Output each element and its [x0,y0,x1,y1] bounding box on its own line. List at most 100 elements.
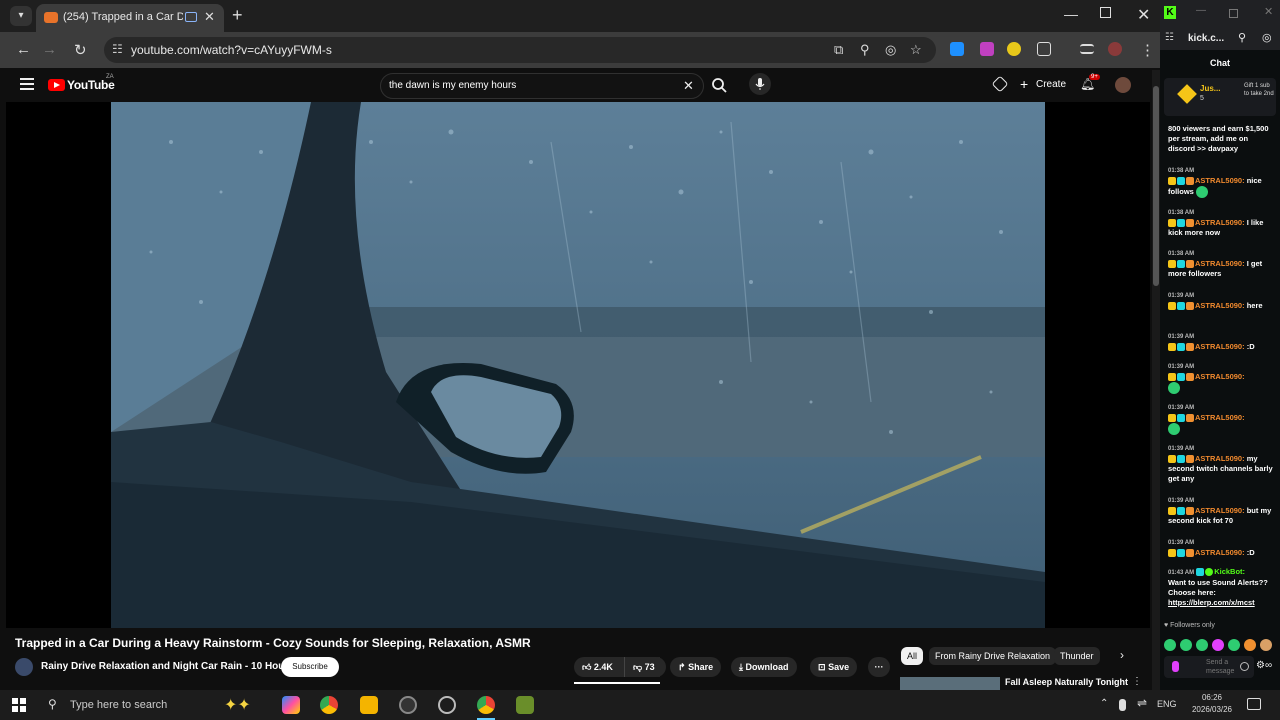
save-icon: ⊡ [818,662,826,672]
maximize-button[interactable] [1100,7,1111,18]
bookmark-star-icon[interactable]: ☆ [910,42,922,58]
up-next-thumbnail[interactable] [900,677,1000,690]
reload-icon[interactable]: ↻ [74,41,87,59]
chrome-icon[interactable] [477,696,495,714]
page-scrollbar[interactable] [1152,70,1160,690]
download-button[interactable]: ⤓ Download [731,657,797,677]
chat-message-input[interactable]: Send a message [1164,656,1254,678]
chat-message: 01:38 AM ASTRAL5090: I get more followers [1168,249,1276,279]
chat-settings-icon[interactable]: ⚙︎∞ [1256,660,1272,671]
microphone-icon[interactable] [1172,661,1179,672]
taskbar-search[interactable]: ⚲ Type here to search ✦✦ [38,694,268,716]
profile-avatar[interactable] [1108,42,1122,56]
app-icon[interactable] [438,696,456,714]
emote-bar[interactable] [1164,636,1280,651]
tab-search-button[interactable]: ▾ [10,6,32,26]
start-button[interactable] [12,698,26,712]
tab-youtube[interactable]: (254) Trapped in a Car Durin ✕ [36,4,224,32]
kick-chat-window: K — ✕ ☷ kick.c... ⚲ ◎ Chat Jus... 5 Gift… [1160,0,1280,690]
extension-icon[interactable] [980,42,994,56]
message-user[interactable]: ASTRAL5090: [1195,506,1245,515]
message-user[interactable]: ASTRAL5090: [1195,454,1245,463]
thumbs-up-icon: 👍︎ [582,662,592,672]
zoom-icon[interactable]: ⚲ [1238,31,1246,44]
create-label: Create [1036,79,1067,90]
chevron-right-icon[interactable]: › [1120,648,1124,662]
chrome-menu-icon[interactable]: ⋮ [1140,41,1155,59]
chip-all[interactable]: All [901,647,924,665]
back-icon[interactable]: ← [16,41,31,58]
youtube-logo-icon[interactable] [48,79,65,91]
clock[interactable]: 06:26 2026/03/26 [1190,692,1234,716]
zoom-icon[interactable]: ⚲ [860,42,870,58]
message-user[interactable]: ASTRAL5090: [1195,176,1245,185]
install-icon[interactable]: ⧉ [834,42,843,58]
channel-name[interactable]: Rainy Drive Relaxation and Night Car Rai… [41,661,294,672]
message-user[interactable]: ASTRAL5090: [1195,413,1245,422]
save-button[interactable]: ⊡ Save [810,657,858,677]
cast-link-icon[interactable] [991,75,1009,93]
hamburger-menu-icon[interactable] [20,78,34,90]
chip-thunder[interactable]: Thunder [1054,647,1100,665]
up-next-title[interactable]: Fall Asleep Naturally Tonight [1005,677,1128,687]
message-user[interactable]: ASTRAL5090: [1195,301,1245,310]
emoji-icon[interactable] [1240,662,1249,671]
network-icon[interactable]: ⇌ [1137,696,1147,710]
create-button[interactable]: + Create [1020,73,1068,97]
language-indicator[interactable]: ENG [1157,699,1177,709]
kick-minimize-button[interactable]: — [1196,5,1206,16]
video-player[interactable] [6,102,1150,628]
pinned-gift-banner[interactable]: Jus... 5 Gift 1 sub to take 2nd [1164,78,1276,116]
eye-off-icon[interactable]: ◎ [1262,31,1272,44]
minimize-button[interactable]: — [1064,6,1078,22]
close-tab-icon[interactable]: ✕ [204,9,215,25]
message-user[interactable]: ASTRAL5090: [1195,342,1245,351]
site-info-icon[interactable]: ☷ [112,42,123,56]
cast-icon [185,12,197,22]
kick-maximize-button[interactable] [1229,9,1238,18]
scrollbar-thumb[interactable] [1153,86,1159,286]
search-button[interactable] [704,73,734,99]
youtube-logo-text[interactable]: YouTube [67,78,115,92]
copilot-icon[interactable] [282,696,300,714]
extension-icon[interactable] [1007,42,1021,56]
chip-from-channel[interactable]: From Rainy Drive Relaxation [929,647,1057,665]
new-tab-button[interactable]: + [232,5,243,26]
kick-address-bar[interactable]: ☷ kick.c... ⚲ ◎ [1160,28,1280,50]
message-user[interactable]: ASTRAL5090: [1195,372,1245,381]
message-user[interactable]: ASTRAL5090: [1195,218,1245,227]
eye-off-icon[interactable]: ◎ [885,42,896,58]
dislike-count: 73 [644,662,655,672]
voice-search-button[interactable] [749,73,771,95]
address-bar[interactable]: ☷ youtube.com/watch?v=cAYuyyFWM-s ⧉ ⚲ ◎ … [104,37,936,63]
file-explorer-icon[interactable] [360,696,378,714]
clear-search-icon[interactable]: ✕ [683,78,694,94]
channel-avatar[interactable] [15,658,33,676]
more-actions-button[interactable]: ··· [868,657,890,677]
message-user[interactable]: ASTRAL5090: [1195,259,1245,268]
chrome-icon[interactable] [320,696,338,714]
notifications-icon[interactable] [1247,698,1261,710]
dislike-button[interactable]: 👎︎ 73 [624,657,666,677]
extensions-puzzle-icon[interactable] [1037,42,1051,56]
tray-chevron-icon[interactable]: ⌃ [1100,698,1108,709]
avatar[interactable] [1115,77,1131,93]
obs-icon[interactable] [399,696,417,714]
up-next-menu-icon[interactable]: ⋮ [1132,676,1142,687]
clock-date: 2026/03/26 [1191,705,1233,714]
close-window-button[interactable]: ✕ [1137,5,1150,25]
kick-close-button[interactable]: ✕ [1264,5,1273,18]
message-user[interactable]: KickBot: [1214,567,1245,576]
minecraft-icon[interactable] [516,696,534,714]
message-link[interactable]: https://blerp.com/x/mcst [1168,598,1255,607]
subscribe-button[interactable]: Subscribe [281,657,339,677]
chat-message: 01:38 AM ASTRAL5090: I like kick more now [1168,208,1276,238]
extension-icon[interactable] [950,42,964,56]
microphone-tray-icon[interactable] [1119,699,1126,711]
message-user[interactable]: ASTRAL5090: [1195,548,1245,557]
reading-list-icon[interactable] [1080,44,1094,54]
forward-icon[interactable]: → [42,41,57,58]
share-button[interactable]: ↱ Share [670,657,722,677]
search-input[interactable]: the dawn is my enemy hours ✕ [380,73,704,99]
message-time: 01:38 AM [1168,168,1195,174]
